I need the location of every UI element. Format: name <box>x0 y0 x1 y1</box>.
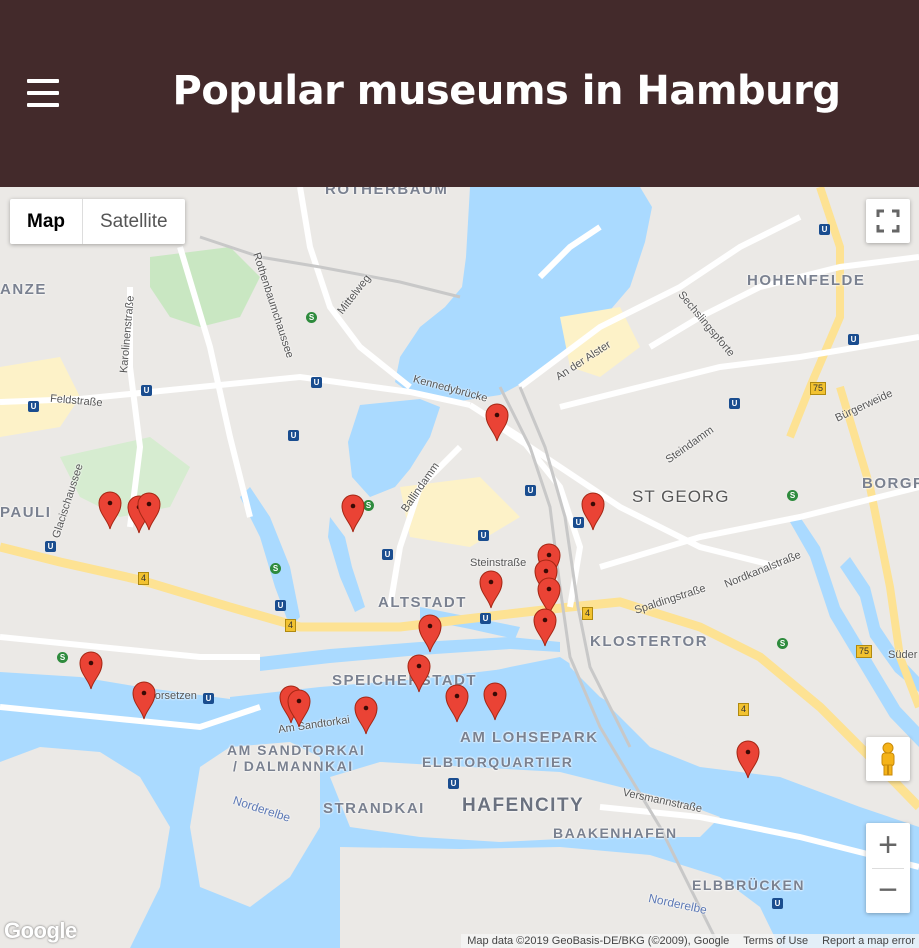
museum-marker-icon[interactable] <box>353 695 379 735</box>
pegman-icon <box>881 742 895 776</box>
map-canvas[interactable]: ROTHERBAUM HOHENFELDE ANZE ST GEORG BORG… <box>0 187 919 948</box>
museum-marker-icon[interactable] <box>478 569 504 609</box>
road-number-badge: 75 <box>856 645 873 658</box>
fullscreen-icon <box>876 209 900 233</box>
district-label: ANZE <box>0 281 47 298</box>
u-bahn-station-icon: U <box>203 693 214 704</box>
district-label: ALTSTADT <box>378 594 467 611</box>
museum-marker-icon[interactable] <box>580 491 606 531</box>
u-bahn-station-icon: U <box>448 778 459 789</box>
map-type-map-button[interactable]: Map <box>10 199 83 244</box>
u-bahn-station-icon: U <box>478 530 489 541</box>
district-label: KLOSTERTOR <box>590 633 709 650</box>
museum-marker-icon[interactable] <box>444 683 470 723</box>
road-number-badge: 4 <box>582 607 594 620</box>
museum-marker-icon[interactable] <box>406 653 432 693</box>
road-number-badge: 4 <box>285 619 297 632</box>
district-label: HOHENFELDE <box>747 272 866 289</box>
street-view-pegman-button[interactable] <box>866 737 910 781</box>
u-bahn-station-icon: U <box>45 541 56 552</box>
zoom-in-button[interactable]: + <box>866 823 910 868</box>
district-label: AM LOHSEPARK <box>460 729 599 746</box>
u-bahn-station-icon: U <box>525 485 536 496</box>
district-label: / DALMANNKAI <box>233 758 354 774</box>
u-bahn-station-icon: U <box>480 613 491 624</box>
fullscreen-button[interactable] <box>866 199 910 243</box>
museum-marker-icon[interactable] <box>482 681 508 721</box>
museum-marker-icon[interactable] <box>340 493 366 533</box>
google-logo: Google <box>4 918 77 943</box>
map-data-attribution: Map data ©2019 GeoBasis-DE/BKG (©2009), … <box>467 935 730 947</box>
zoom-out-button[interactable]: − <box>866 868 910 913</box>
page-title: Popular museums in Hamburg <box>172 68 841 114</box>
s-bahn-station-icon: S <box>777 638 788 649</box>
u-bahn-station-icon: U <box>848 334 859 345</box>
district-label: ST GEORG <box>632 487 730 506</box>
map-attribution-footer: Map data ©2019 GeoBasis-DE/BKG (©2009), … <box>461 934 919 948</box>
u-bahn-station-icon: U <box>819 224 830 235</box>
u-bahn-station-icon: U <box>729 398 740 409</box>
museum-marker-icon[interactable] <box>286 688 312 728</box>
museum-marker-icon[interactable] <box>484 402 510 442</box>
museum-marker-icon[interactable] <box>78 650 104 690</box>
map-type-satellite-button[interactable]: Satellite <box>83 199 185 244</box>
street-label: Steinstraße <box>470 557 527 569</box>
museum-marker-icon[interactable] <box>735 739 761 779</box>
district-label: ROTHERBAUM <box>325 187 449 198</box>
u-bahn-station-icon: U <box>141 385 152 396</box>
museum-marker-icon[interactable] <box>97 490 123 530</box>
report-map-error-link[interactable]: Report a map error <box>822 934 915 948</box>
museum-marker-icon[interactable] <box>136 491 162 531</box>
district-label: HAFENCITY <box>462 795 585 816</box>
museum-marker-icon[interactable] <box>417 613 443 653</box>
s-bahn-station-icon: S <box>787 490 798 501</box>
district-label: BORGF <box>862 475 919 492</box>
u-bahn-station-icon: U <box>275 600 286 611</box>
u-bahn-station-icon: U <box>382 549 393 560</box>
road-number-badge: 75 <box>810 382 827 395</box>
district-label: PAULI <box>0 504 52 521</box>
u-bahn-station-icon: U <box>772 898 783 909</box>
road-number-badge: 4 <box>738 703 750 716</box>
u-bahn-station-icon: U <box>311 377 322 388</box>
u-bahn-station-icon: U <box>28 401 39 412</box>
s-bahn-station-icon: S <box>306 312 317 323</box>
road-number-badge: 4 <box>138 572 150 585</box>
district-label: ELBTORQUARTIER <box>422 754 574 770</box>
district-label: STRANDKAI <box>323 800 425 817</box>
district-label: AM SANDTORKAI <box>227 742 366 758</box>
app-header: Popular museums in Hamburg <box>0 0 919 187</box>
district-label: BAAKENHAFEN <box>553 825 678 841</box>
zoom-control: + − <box>866 823 910 913</box>
museum-marker-icon[interactable] <box>131 680 157 720</box>
s-bahn-station-icon: S <box>57 652 68 663</box>
street-label: Süder <box>888 649 918 661</box>
map-type-control: Map Satellite <box>10 199 185 244</box>
district-label: ELBBRÜCKEN <box>692 877 805 893</box>
terms-of-use-link[interactable]: Terms of Use <box>743 934 808 948</box>
u-bahn-station-icon: U <box>288 430 299 441</box>
museum-marker-icon[interactable] <box>532 607 558 647</box>
s-bahn-station-icon: S <box>270 563 281 574</box>
